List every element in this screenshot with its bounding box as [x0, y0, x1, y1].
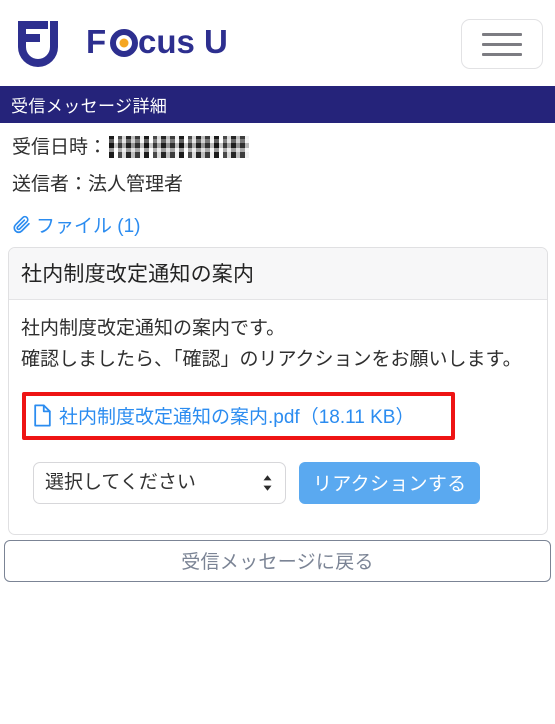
submit-reaction-button[interactable]: リアクションする: [299, 461, 481, 504]
document-file-icon: [34, 404, 51, 427]
reaction-select-wrapper[interactable]: 選択してください: [33, 461, 286, 504]
brand-bar: F cus U: [0, 0, 555, 86]
brand-logo[interactable]: F cus U: [12, 17, 266, 69]
sender-value: 法人管理者: [88, 174, 184, 195]
reaction-select[interactable]: 選択してください: [33, 461, 286, 504]
message-card: 社内制度改定通知の案内 社内制度改定通知の案内です。 確認しましたら、「確認」の…: [8, 247, 548, 535]
back-to-inbox-button[interactable]: 受信メッセージに戻る: [4, 539, 551, 582]
page-title-bar: 受信メッセージ詳細: [0, 86, 555, 123]
hamburger-bar-3: [482, 52, 522, 56]
message-card-body: 社内制度改定通知の案内です。 確認しましたら、「確認」のリアクションをお願いしま…: [9, 300, 547, 534]
received-datetime-value-redacted: [109, 136, 250, 158]
message-meta: 受信日時： 送信者： 法人管理者 ファイル (1): [0, 123, 555, 238]
attachment-highlight-box: 社内制度改定通知の案内.pdf（18.11 KB）: [22, 391, 455, 440]
hamburger-menu-button[interactable]: [461, 19, 543, 69]
file-count-label: ファイル (1): [36, 216, 141, 237]
focus-u-wordmark: F cus U: [86, 23, 228, 60]
received-datetime-row: 受信日時：: [12, 136, 555, 158]
hamburger-bar-1: [482, 32, 522, 36]
message-subject: 社内制度改定通知の案内: [9, 248, 547, 300]
sender-row: 送信者： 法人管理者: [12, 175, 555, 194]
file-count-link[interactable]: ファイル (1): [12, 211, 141, 238]
page-title: 受信メッセージ詳細: [11, 97, 168, 116]
focus-u-mark-icon: [18, 21, 58, 67]
paperclip-icon: [13, 215, 30, 234]
card-bottom-spacer: [21, 504, 535, 534]
attachment-link[interactable]: 社内制度改定通知の案内.pdf（18.11 KB）: [33, 402, 444, 429]
reaction-action-row: 選択してください リアクションする: [21, 440, 535, 504]
received-datetime-label: 受信日時：: [12, 136, 108, 158]
svg-text:F: F: [86, 23, 106, 60]
attachment-filename: 社内制度改定通知の案内.pdf（18.11 KB）: [59, 406, 415, 428]
sender-label: 送信者：: [12, 174, 89, 195]
hamburger-bar-2: [482, 42, 522, 46]
message-body-text: 社内制度改定通知の案内です。 確認しましたら、「確認」のリアクションをお願いしま…: [21, 318, 522, 370]
svg-text:cus: cus: [138, 23, 195, 60]
svg-text:U: U: [204, 23, 228, 60]
